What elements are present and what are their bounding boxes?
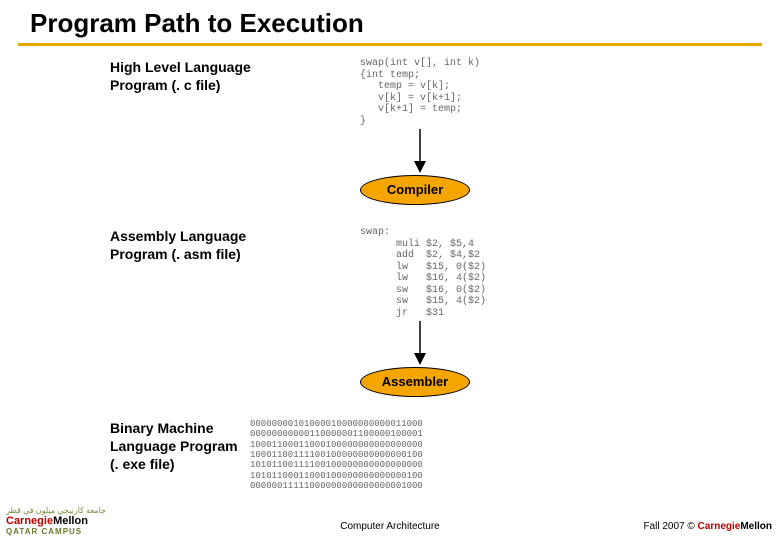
assembler-node-wrap: Assembler: [0, 367, 780, 401]
footer-center: Computer Architecture: [340, 521, 440, 532]
stage-hll-code: swap(int v[], int k) {int temp; temp = v…: [360, 58, 480, 127]
logo-qatar: QATAR CAMPUS: [6, 527, 106, 536]
logo-carnegie: Carnegie: [6, 515, 53, 527]
stage-asm-label-line2: Program (. asm file): [110, 245, 320, 263]
arrow-asm-to-assembler: [0, 319, 780, 367]
title-underline: [18, 43, 762, 46]
logo-mellon: Mellon: [53, 515, 88, 527]
logo-cmu: CarnegieMellon: [6, 515, 106, 527]
footer: جامعة كارنيجي ميلون في قطر CarnegieMello…: [0, 506, 780, 536]
stage-hll: High Level Language Program (. c file) s…: [0, 58, 780, 127]
footer-right: Fall 2007 © CarnegieMellon: [643, 521, 772, 532]
down-arrow-icon: [410, 319, 430, 365]
stage-asm-label: Assembly Language Program (. asm file): [110, 227, 320, 263]
stage-hll-label: High Level Language Program (. c file): [110, 58, 320, 94]
compiler-node-wrap: Compiler: [0, 175, 780, 209]
stage-hll-label-line1: High Level Language: [110, 58, 320, 76]
stage-bin: Binary Machine Language Program (. exe f…: [0, 419, 780, 491]
arrow-hll-to-compiler: [0, 127, 780, 175]
stage-asm-label-line1: Assembly Language: [110, 227, 320, 245]
slide-title: Program Path to Execution: [0, 0, 780, 43]
stage-asm-code: swap: muli $2, $5,4 add $2, $4,$2 lw $15…: [360, 227, 486, 319]
assembler-node: Assembler: [360, 367, 470, 397]
footer-carnegie: Carnegie: [698, 521, 741, 532]
logo-arabic: جامعة كارنيجي ميلون في قطر: [6, 506, 106, 515]
stage-hll-label-line2: Program (. c file): [110, 76, 320, 94]
stage-bin-code: 00000000101000010000000000011000 0000000…: [250, 419, 423, 491]
footer-mellon: Mellon: [740, 521, 772, 532]
stage-asm: Assembly Language Program (. asm file) s…: [0, 227, 780, 319]
logo-left: جامعة كارنيجي ميلون في قطر CarnegieMello…: [6, 506, 106, 536]
down-arrow-icon: [410, 127, 430, 173]
footer-copyright: Fall 2007 ©: [643, 521, 694, 532]
compiler-node: Compiler: [360, 175, 470, 205]
